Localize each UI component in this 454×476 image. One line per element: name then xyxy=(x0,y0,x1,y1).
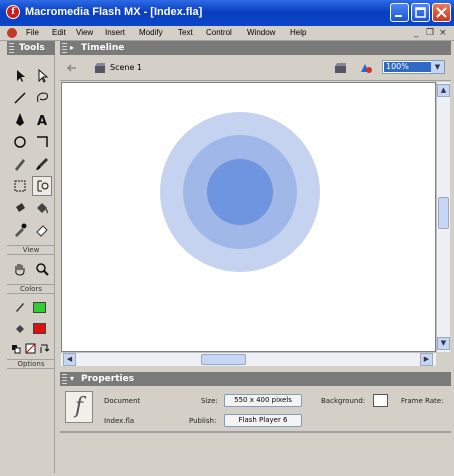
arrow-tool-icon[interactable] xyxy=(10,66,30,86)
fill-color-swatch[interactable] xyxy=(33,323,46,334)
flash-app-icon[interactable]: f xyxy=(6,5,20,19)
stroke-color-swatch[interactable] xyxy=(33,302,46,313)
doc-minimize-button[interactable]: _ xyxy=(414,28,419,38)
edit-scene-icon[interactable] xyxy=(333,60,349,78)
size-label: Size: xyxy=(201,397,218,405)
expand-arrow-icon: ▾ xyxy=(70,374,75,383)
background-label: Background: xyxy=(321,397,366,405)
brush-tool-icon[interactable] xyxy=(32,154,52,174)
menu-file[interactable]: File xyxy=(26,28,39,37)
stage-drawing xyxy=(160,112,320,272)
timeline-title: Timeline xyxy=(81,43,125,53)
fill-transform-tool-icon[interactable] xyxy=(32,176,52,196)
lasso-tool-icon[interactable] xyxy=(32,88,52,108)
document-menu-icon[interactable] xyxy=(7,28,17,38)
ink-bottle-tool-icon[interactable] xyxy=(10,198,30,218)
scene-clapper-icon xyxy=(93,61,107,77)
scroll-up-button[interactable]: ▲ xyxy=(437,84,450,97)
tools-panel: Tools A View Colors Options xyxy=(7,41,55,473)
menu-help[interactable]: Help xyxy=(290,28,306,37)
doc-restore-button[interactable]: ❐ xyxy=(426,28,434,38)
hand-tool-icon[interactable] xyxy=(10,259,30,279)
horizontal-scroll-thumb[interactable] xyxy=(201,354,246,365)
panel-grip-icon xyxy=(62,43,67,53)
eyedropper-tool-icon[interactable] xyxy=(10,220,30,240)
vertical-scroll-thumb[interactable] xyxy=(438,197,449,229)
menu-window[interactable]: Window xyxy=(247,28,275,37)
rectangle-tool-icon[interactable] xyxy=(32,132,52,152)
eraser-tool-icon[interactable] xyxy=(32,220,52,240)
publish-settings-button[interactable]: Flash Player 6 xyxy=(224,414,302,427)
timeline-panel-header[interactable]: ▸ Timeline xyxy=(60,41,451,55)
line-tool-icon[interactable] xyxy=(10,88,30,108)
size-button[interactable]: 550 x 400 pixels xyxy=(224,394,302,407)
frame-rate-label: Frame Rate: xyxy=(401,397,444,405)
tools-title: Tools xyxy=(19,43,45,53)
properties-lower-area xyxy=(60,432,451,473)
menu-edit[interactable]: Edit xyxy=(52,28,66,37)
subselect-tool-icon[interactable] xyxy=(32,66,52,86)
pen-tool-icon[interactable] xyxy=(10,110,30,130)
flash-document-icon: f xyxy=(65,391,93,423)
title-bar: f Macromedia Flash MX - [Index.fla] xyxy=(0,0,454,26)
minimize-button[interactable] xyxy=(390,3,409,22)
stroke-color-icon xyxy=(10,297,30,317)
edit-bar: Scene 1 100% ▼ xyxy=(60,56,451,81)
options-section-label: Options xyxy=(7,359,55,369)
menu-bar: File Edit View Insert Modify Text Contro… xyxy=(0,26,454,41)
back-arrow-icon[interactable] xyxy=(66,62,78,76)
colors-section-label: Colors xyxy=(7,284,55,294)
menu-control[interactable]: Control xyxy=(206,28,232,37)
svg-text:A: A xyxy=(37,114,47,129)
menu-text[interactable]: Text xyxy=(178,28,193,37)
publish-label: Publish: xyxy=(189,417,217,425)
scroll-down-button[interactable]: ▼ xyxy=(437,337,450,350)
chevron-down-icon[interactable]: ▼ xyxy=(431,61,444,73)
stage-canvas[interactable] xyxy=(61,82,436,352)
scroll-left-button[interactable]: ◀ xyxy=(63,353,76,366)
horizontal-scrollbar[interactable]: ◀ ▶ xyxy=(61,352,436,366)
zoom-tool-icon[interactable] xyxy=(32,259,52,279)
document-type-label: Document xyxy=(104,397,141,405)
menu-insert[interactable]: Insert xyxy=(105,28,125,37)
vertical-scrollbar[interactable]: ▲ ▼ xyxy=(436,82,450,352)
background-color-swatch[interactable] xyxy=(373,394,388,407)
zoom-value: 100% xyxy=(384,62,432,72)
close-icon xyxy=(436,7,447,18)
default-colors-icon[interactable] xyxy=(9,339,23,359)
text-tool-icon[interactable]: A xyxy=(32,110,52,130)
oval-tool-icon[interactable] xyxy=(10,132,30,152)
panel-grip-icon xyxy=(62,374,67,384)
view-section-label: View xyxy=(7,245,55,255)
collapse-arrow-icon: ▸ xyxy=(70,43,75,52)
maximize-button[interactable] xyxy=(411,3,430,22)
no-color-icon[interactable] xyxy=(23,339,37,359)
menu-modify[interactable]: Modify xyxy=(139,28,163,37)
scroll-corner xyxy=(436,352,450,366)
zoom-select[interactable]: 100% ▼ xyxy=(382,60,445,74)
menu-view[interactable]: View xyxy=(76,28,93,37)
free-transform-tool-icon[interactable] xyxy=(10,176,30,196)
minimize-icon xyxy=(395,15,402,17)
swap-colors-icon[interactable] xyxy=(37,339,51,359)
scene-label[interactable]: Scene 1 xyxy=(110,63,142,72)
window-title: Macromedia Flash MX - [Index.fla] xyxy=(25,6,203,18)
pencil-tool-icon[interactable] xyxy=(10,154,30,174)
divider xyxy=(60,432,451,433)
fill-color-icon xyxy=(10,319,30,339)
properties-panel-header[interactable]: ▾ Properties xyxy=(60,372,451,386)
panel-grip-icon xyxy=(9,43,14,53)
tools-panel-header[interactable]: Tools xyxy=(7,41,55,55)
maximize-icon xyxy=(415,7,426,18)
inner-circle[interactable] xyxy=(207,159,273,225)
close-button[interactable] xyxy=(432,3,451,22)
document-name: Index.fla xyxy=(104,417,135,425)
scroll-right-button[interactable]: ▶ xyxy=(420,353,433,366)
properties-title: Properties xyxy=(81,374,135,384)
paint-bucket-tool-icon[interactable] xyxy=(32,198,52,218)
properties-panel: f Document Index.fla Size: 550 x 400 pix… xyxy=(60,386,451,432)
doc-close-button[interactable]: × xyxy=(439,28,447,38)
edit-symbols-icon[interactable] xyxy=(358,60,374,78)
